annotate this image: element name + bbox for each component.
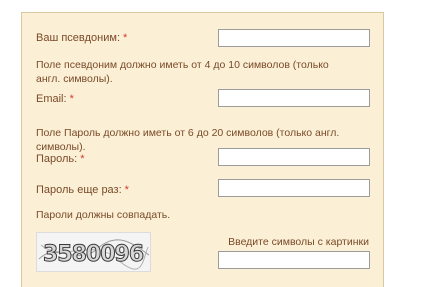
required-marker: * [124,184,129,196]
captcha-image: 3580096 [36,232,151,272]
password-match-hint: Пароли должны совпадать. [36,209,171,221]
nickname-input[interactable] [218,29,370,47]
password-label: Пароль: * [36,153,85,165]
required-marker: * [69,93,74,105]
captcha-text: 3580096 [43,242,144,267]
captcha-label: Введите символы с картинки [228,236,369,248]
email-label: Email: * [36,93,74,105]
required-marker: * [80,153,85,165]
captcha-input[interactable] [218,251,370,269]
required-marker: * [123,32,128,44]
email-input[interactable] [218,89,370,107]
nickname-hint: Поле псевдоним должно иметь от 4 до 10 с… [36,59,329,85]
registration-form: Ваш псевдоним: * Поле псевдоним должно им… [21,12,384,287]
password-repeat-input[interactable] [218,179,370,197]
captcha-graphic: 3580096 [38,239,150,270]
password-repeat-label: Пароль еще раз: * [36,184,129,196]
password-input[interactable] [218,148,370,166]
nickname-label: Ваш псевдоним: * [36,32,128,44]
